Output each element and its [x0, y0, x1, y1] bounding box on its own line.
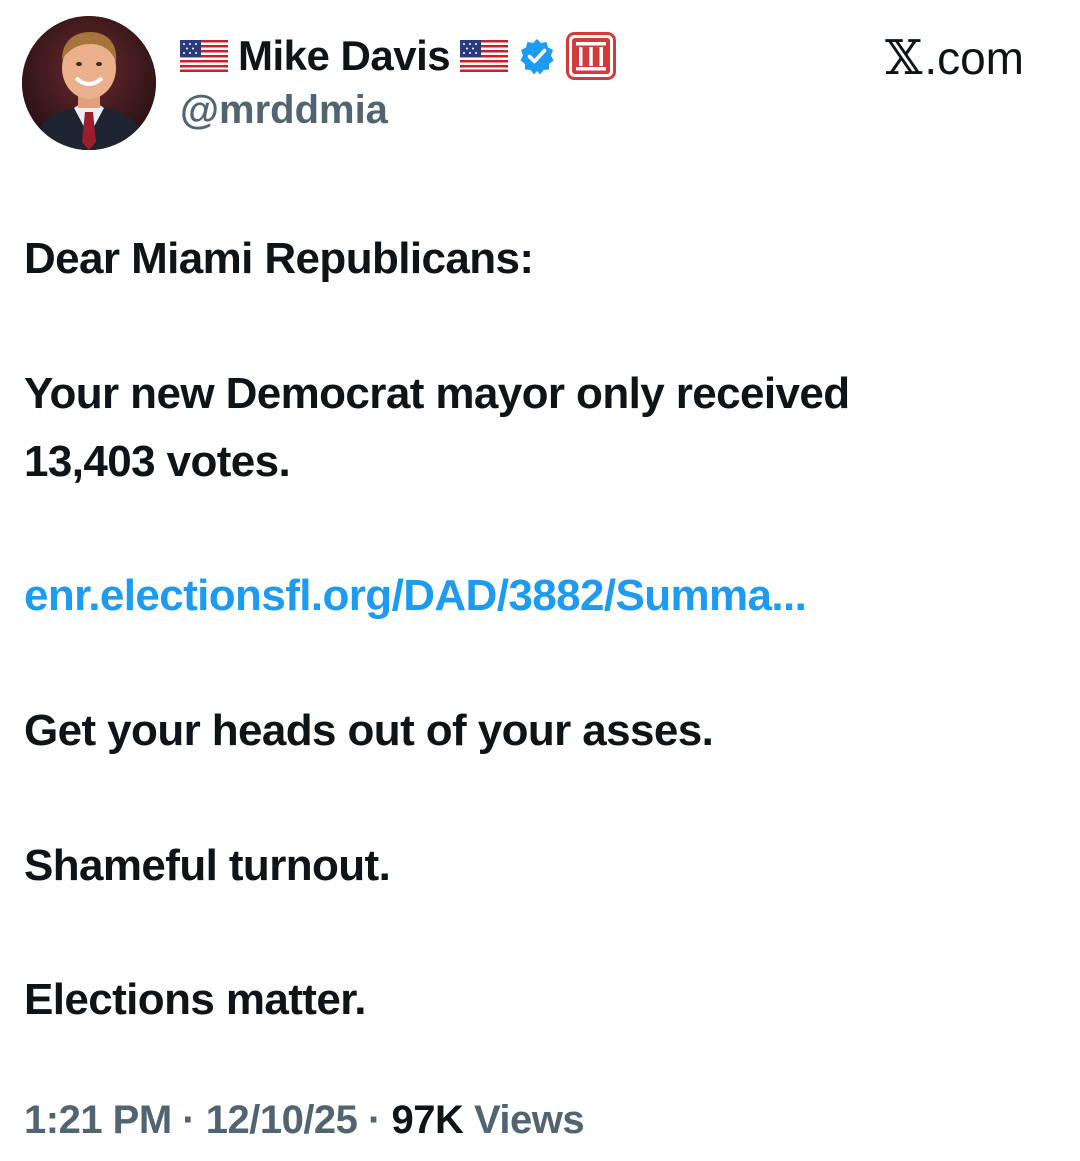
affiliate-badge-icon[interactable] [566, 32, 617, 80]
display-name[interactable]: Mike Davis [238, 32, 451, 80]
avatar[interactable] [22, 16, 156, 150]
views-label: Views [463, 1098, 585, 1142]
avatar-photo [22, 16, 156, 150]
tweet-paragraph: Get your heads out of your asses. [24, 706, 714, 755]
tweet-header: Mike Davis @mrddmia 𝕏 .com [0, 0, 1080, 170]
verified-badge-icon[interactable] [518, 37, 556, 75]
x-logo-icon: 𝕏 [885, 30, 923, 86]
tweet-line: 13,403 votes. [24, 437, 291, 486]
tweet-link[interactable]: enr.electionsfl.org/DAD/3882/Summa... [24, 562, 807, 630]
tweet-paragraph: Shameful turnout. [24, 841, 391, 890]
views-count[interactable]: 97K [391, 1098, 463, 1142]
tweet-meta: 1:21 PM · 12/10/25 · 97K Views [24, 1098, 585, 1143]
meta-separator: · [357, 1098, 392, 1142]
tweet-line: Your new Democrat mayor only received [24, 369, 850, 418]
tweet-time[interactable]: 1:21 PM [24, 1098, 172, 1142]
name-row: Mike Davis [180, 30, 617, 82]
tweet-paragraph: Elections matter. [24, 975, 367, 1024]
site-label: 𝕏 .com [885, 30, 1024, 86]
us-flag-icon [460, 40, 509, 72]
site-domain: .com [924, 32, 1024, 84]
user-handle[interactable]: @mrddmia [180, 88, 388, 133]
tweet-paragraph: Your new Democrat mayor only received 13… [24, 360, 850, 496]
tweet-salutation: Dear Miami Republicans: [24, 234, 534, 283]
us-flag-icon [180, 40, 228, 72]
tweet-date[interactable]: 12/10/25 [206, 1098, 358, 1142]
meta-separator: · [171, 1098, 206, 1142]
